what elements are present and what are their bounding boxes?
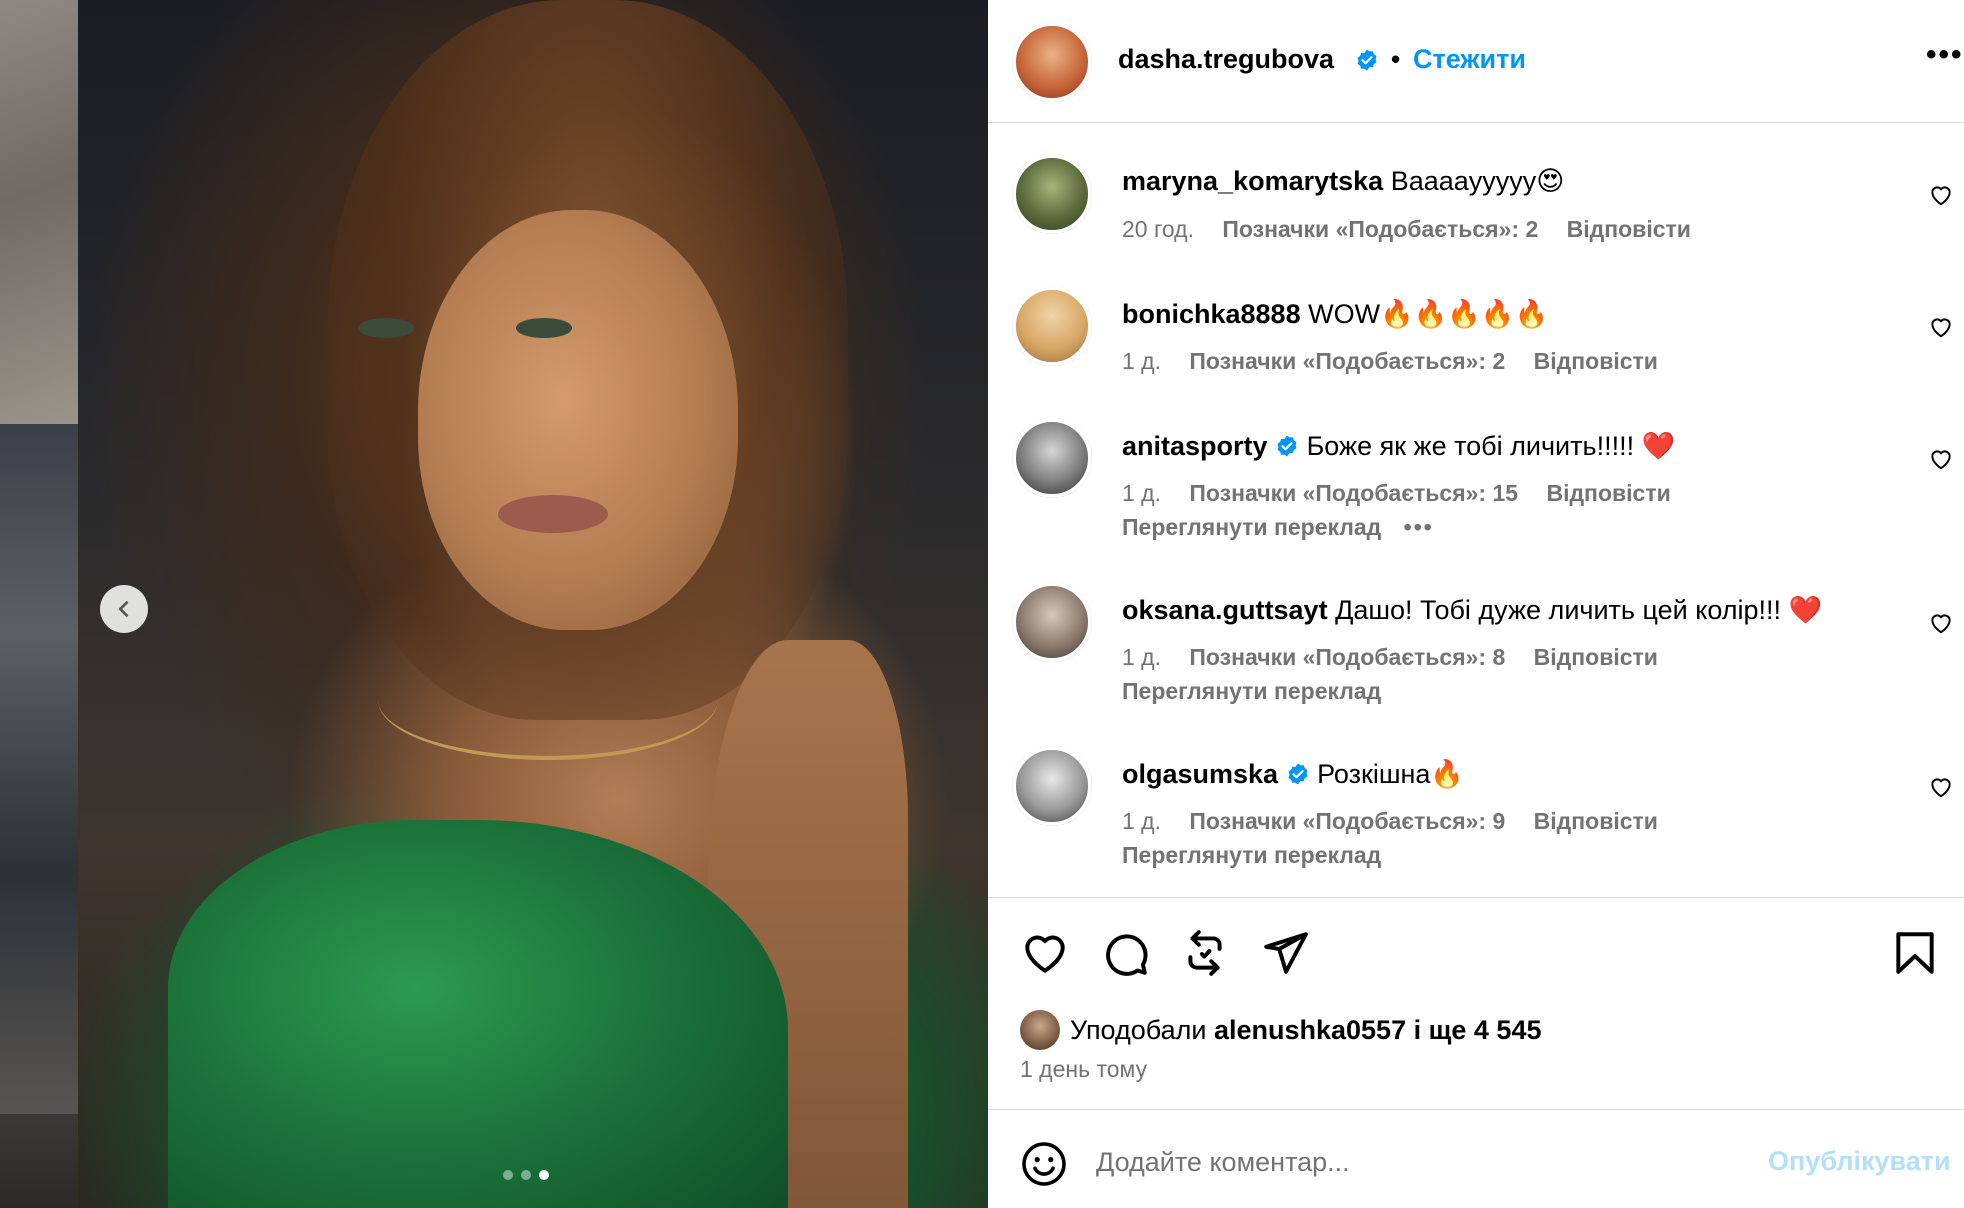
comments-list: maryna_komarytska Baaaayyyyy😍 20 год. По… [988, 124, 1964, 897]
separator-dot: • [1391, 44, 1401, 74]
comment-reply-button[interactable]: Відповісти [1534, 348, 1658, 374]
comment-avatar[interactable] [1012, 746, 1092, 826]
comment-meta: 1 д. Позначки «Подобається»: 8 Відповіст… [1122, 644, 1680, 671]
post-header: dasha.tregubova • Стежити ••• [988, 0, 1964, 123]
bookmark-icon[interactable] [1890, 928, 1940, 978]
comment-like-heart-icon[interactable] [1928, 182, 1954, 208]
author-username[interactable]: dasha.tregubova [1118, 44, 1334, 75]
comment-text: olgasumska Розкішна🔥 [1122, 758, 1464, 790]
comment-body: WOW🔥🔥🔥🔥🔥 [1308, 299, 1549, 329]
post-photo [78, 0, 988, 1208]
comment-username[interactable]: anitasporty [1122, 431, 1268, 461]
chevron-left-icon [118, 601, 129, 617]
comment-time[interactable]: 1 д. [1122, 480, 1161, 506]
photo-face [418, 210, 738, 630]
verified-badge-icon [1277, 435, 1297, 457]
comment-time[interactable]: 20 год. [1122, 216, 1194, 242]
photo-eye [516, 318, 572, 338]
comment-username[interactable]: oksana.guttsayt [1122, 595, 1328, 625]
comment-time[interactable]: 1 д. [1122, 348, 1161, 374]
adjacent-post-image [0, 0, 78, 424]
carousel-dot [521, 1170, 531, 1180]
comment-options-button[interactable]: ••• [1404, 514, 1434, 540]
comment-icon[interactable] [1100, 928, 1150, 978]
likes-count[interactable]: і ще 4 545 [1414, 1015, 1542, 1046]
heart-icon[interactable] [1020, 928, 1070, 978]
publish-button[interactable]: Опублікувати [1768, 1146, 1951, 1177]
emoji-icon[interactable] [1020, 1140, 1068, 1188]
comment-reply-button[interactable]: Відповісти [1534, 808, 1658, 834]
comment-text: maryna_komarytska Baaaayyyyy😍 [1122, 166, 1564, 197]
post-actions: Уподобали alenushka0557 і ще 4 545 1 ден… [988, 897, 1964, 1109]
post-timestamp[interactable]: 1 день тому [1020, 1056, 1147, 1083]
comment-body: Боже як же тобі личить!!!!! ❤️ [1306, 431, 1676, 461]
comment-likes[interactable]: Позначки «Подобається»: 2 [1189, 348, 1505, 374]
comment-avatar[interactable] [1012, 582, 1092, 662]
comment-reply-button[interactable]: Відповісти [1567, 216, 1691, 242]
comment-time[interactable]: 1 д. [1122, 808, 1161, 834]
liker-avatar[interactable] [1020, 1010, 1060, 1050]
verified-badge-icon [1288, 763, 1308, 785]
comment-body: Baaaayyyyy😍 [1390, 166, 1565, 196]
comment-meta: 1 д. Позначки «Подобається»: 2 Відповіст… [1122, 348, 1680, 375]
comment-text: bonichka8888 WOW🔥🔥🔥🔥🔥 [1122, 298, 1548, 330]
carousel-indicator [503, 1170, 549, 1180]
see-translation-button[interactable]: Переглянути переклад [1122, 514, 1381, 540]
comment-body: Розкішна🔥 [1317, 759, 1465, 789]
comment-meta: 1 д. Позначки «Подобається»: 15 Відповіс… [1122, 480, 1693, 507]
comment-avatar[interactable] [1012, 154, 1092, 234]
comment-translate: Переглянути переклад ••• [1122, 514, 1434, 541]
see-translation-button[interactable]: Переглянути переклад [1122, 842, 1381, 868]
comment-reply-button[interactable]: Відповісти [1546, 480, 1670, 506]
repost-icon[interactable] [1180, 928, 1230, 978]
carousel-prev-button[interactable] [100, 585, 148, 633]
photo-necklace [378, 640, 718, 760]
author-avatar[interactable] [1012, 22, 1092, 102]
comment-likes[interactable]: Позначки «Подобається»: 8 [1189, 644, 1505, 670]
background-feed [0, 0, 78, 1208]
comment-time[interactable]: 1 д. [1122, 644, 1161, 670]
comment-translate: Переглянути переклад [1122, 678, 1381, 705]
likes-prefix: Уподобали [1070, 1014, 1207, 1045]
comment-translate: Переглянути переклад [1122, 842, 1381, 869]
comment-like-heart-icon[interactable] [1928, 774, 1954, 800]
comment-meta: 1 д. Позначки «Подобається»: 9 Відповіст… [1122, 808, 1680, 835]
photo-lips [498, 495, 608, 533]
more-options-button[interactable]: ••• [1926, 38, 1964, 72]
see-translation-button[interactable]: Переглянути переклад [1122, 678, 1381, 704]
comment-username[interactable]: olgasumska [1122, 759, 1278, 789]
comment-likes[interactable]: Позначки «Подобається»: 2 [1222, 216, 1538, 242]
comment-username[interactable]: maryna_komarytska [1122, 166, 1383, 196]
comment-meta: 20 год. Позначки «Подобається»: 2 Відпов… [1122, 216, 1713, 243]
post-side-panel: dasha.tregubova • Стежити ••• maryna_kom… [988, 0, 1964, 1208]
comment-body: Дашо! Тобі дуже личить цей колір!!! ❤️ [1335, 595, 1823, 625]
comment-like-heart-icon[interactable] [1928, 446, 1954, 472]
comment-composer: Опублікувати [988, 1109, 1964, 1208]
verified-badge-icon [1357, 49, 1377, 71]
carousel-dot [503, 1170, 513, 1180]
adjacent-post-image [0, 424, 78, 1114]
send-icon[interactable] [1260, 928, 1310, 978]
comment-like-heart-icon[interactable] [1928, 314, 1954, 340]
carousel-dot-active [539, 1170, 549, 1180]
follow-button[interactable]: Стежити [1413, 44, 1526, 75]
comment-input[interactable] [1096, 1138, 1716, 1186]
comment-avatar[interactable] [1012, 286, 1092, 366]
comment-text: oksana.guttsayt Дашо! Тобі дуже личить ц… [1122, 594, 1822, 626]
comment-text: anitasporty Боже як же тобі личить!!!!! … [1122, 430, 1675, 462]
comment-username[interactable]: bonichka8888 [1122, 299, 1301, 329]
comment-like-heart-icon[interactable] [1928, 610, 1954, 636]
photo-dress [168, 820, 788, 1208]
comment-likes[interactable]: Позначки «Подобається»: 15 [1189, 480, 1518, 506]
photo-eye [358, 318, 414, 338]
comment-reply-button[interactable]: Відповісти [1534, 644, 1658, 670]
liker-username[interactable]: alenushka0557 [1214, 1015, 1406, 1046]
comment-likes[interactable]: Позначки «Подобається»: 9 [1189, 808, 1505, 834]
comment-avatar[interactable] [1012, 418, 1092, 498]
likes-summary: Уподобали alenushka0557 і ще 4 545 [1020, 1010, 1541, 1050]
